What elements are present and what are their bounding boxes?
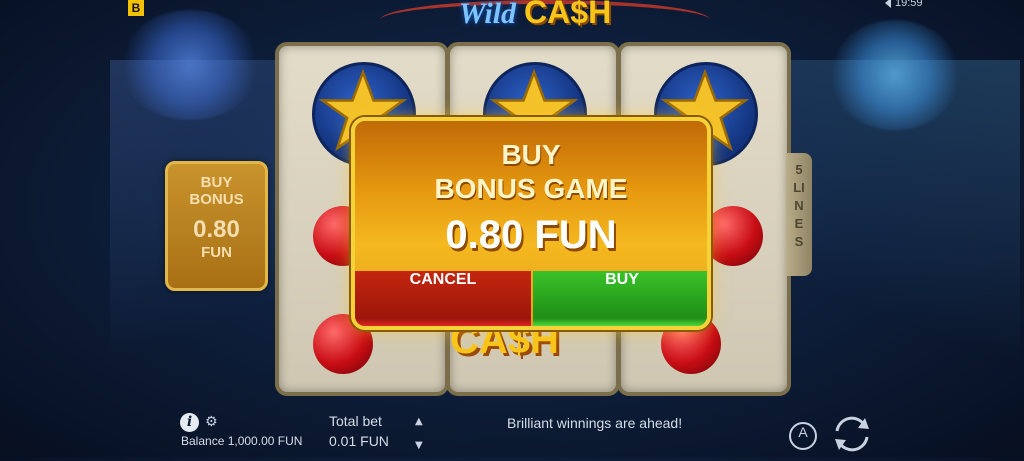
buy-bonus-side-line1: BUY	[200, 174, 233, 191]
logo-word-wild: Wild	[458, 0, 517, 30]
status-time: 19:59	[895, 0, 923, 9]
buy-bonus-modal: BUY BONUS GAME 0.80 FUN CANCEL BUY	[351, 117, 711, 330]
gear-icon[interactable]: ⚙	[205, 414, 218, 430]
status-bar: 19:59	[880, 0, 923, 9]
game-logo: Wild CA$H	[420, 0, 650, 42]
modal-title-line1: BUY	[501, 139, 561, 170]
info-icon[interactable]: i	[180, 413, 199, 432]
buy-bonus-side-button[interactable]: BUY BONUS 0.80 FUN	[165, 161, 268, 291]
logo-word-cash: CA$H	[524, 0, 612, 30]
lines-indicator: 5 LINES	[786, 153, 812, 276]
balance-text: Balance 1,000.00 FUN	[181, 434, 303, 448]
autoplay-label: A	[798, 424, 808, 440]
buy-button[interactable]: BUY	[533, 271, 707, 326]
bet-increase-icon[interactable]: ▲	[415, 416, 423, 427]
modal-title-line2: BONUS GAME	[434, 173, 628, 204]
spin-button[interactable]	[829, 411, 875, 457]
autoplay-button[interactable]: A	[789, 422, 817, 450]
buy-bonus-side-title: BUY BONUS	[168, 174, 265, 208]
status-message: Brilliant winnings are ahead!	[507, 415, 683, 431]
lines-label: 5 LINES	[793, 162, 805, 249]
total-bet-value: 0.01 FUN	[329, 433, 389, 449]
spin-icon	[835, 416, 869, 452]
total-bet-label: Total bet	[329, 413, 382, 429]
cancel-button[interactable]: CANCEL	[355, 271, 531, 326]
buy-bonus-side-currency: FUN	[201, 244, 232, 261]
brand-badge: B	[128, 0, 144, 16]
buy-bonus-side-line2: BONUS	[189, 191, 244, 208]
speaker-icon[interactable]	[880, 0, 891, 9]
modal-price: 0.80 FUN	[445, 213, 617, 257]
cherry-symbol	[703, 206, 763, 266]
bet-decrease-icon[interactable]: ▼	[415, 440, 423, 451]
buy-bonus-side-price: 0.80	[193, 216, 240, 243]
